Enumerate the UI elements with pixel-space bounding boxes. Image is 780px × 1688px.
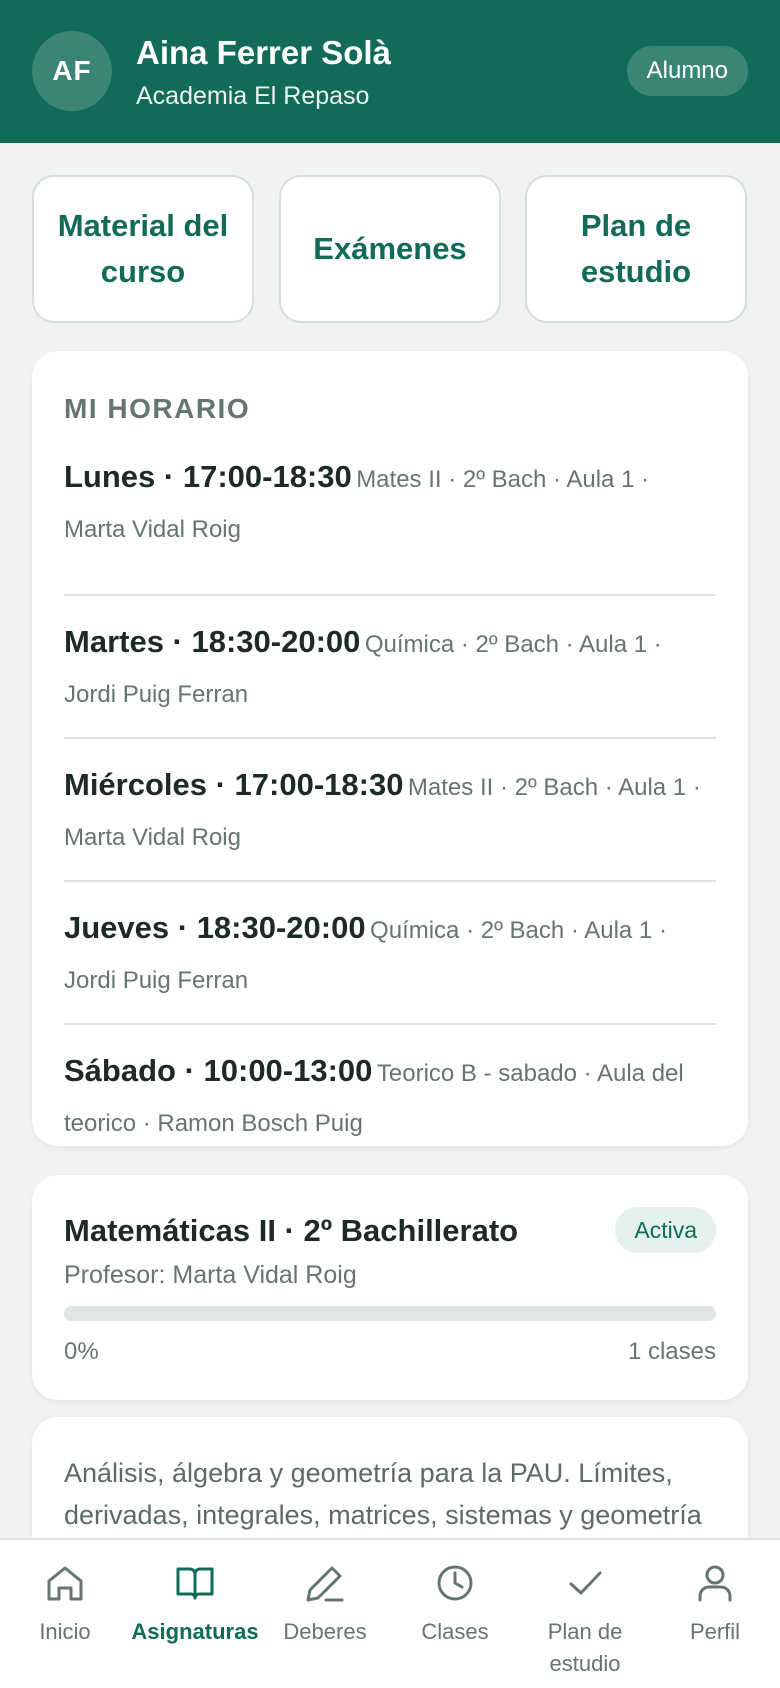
schedule-row[interactable]: Miércoles · 17:00-18:30 Mates II · 2º Ba… <box>64 739 716 882</box>
book-icon <box>176 1567 214 1600</box>
schedule-day-time: Martes · 18:30-20:00 <box>64 624 361 659</box>
exams-label: Exámenes <box>313 231 467 266</box>
bottom-nav: Inicio Asignaturas Deberes Clases Plan d… <box>0 1538 780 1688</box>
schedule-day-time: Miércoles · 17:00-18:30 <box>64 767 404 802</box>
nav-label: Deberes <box>283 1619 367 1644</box>
course-progress-percent: 0% <box>64 1338 99 1365</box>
nav-label: Asignaturas <box>131 1619 259 1644</box>
course-title: Matemáticas II · 2º Bachillerato <box>64 1213 519 1248</box>
nav-item-deberes[interactable]: Deberes <box>260 1560 390 1648</box>
course-material-button[interactable]: Material del curso <box>32 175 254 323</box>
course-card[interactable]: Matemáticas II · 2º Bachillerato Activa … <box>32 1175 748 1400</box>
nav-item-inicio[interactable]: Inicio <box>0 1560 130 1648</box>
nav-item-plan-de-estudio[interactable]: Plan de estudio <box>520 1560 650 1680</box>
course-class-count: 1 clases <box>627 1338 716 1365</box>
user-icon <box>698 1565 732 1602</box>
schedule-day-time: Lunes · 17:00-18:30 <box>64 459 352 494</box>
exams-button[interactable]: Exámenes <box>279 175 501 323</box>
schedule-day-time: Jueves · 18:30-20:00 <box>64 910 366 945</box>
clock-icon <box>437 1565 473 1601</box>
schedule-row[interactable]: Martes · 18:30-20:00 Química · 2º Bach ·… <box>64 596 716 739</box>
course-teacher: Profesor: Marta Vidal Roig <box>64 1261 357 1289</box>
schedule-list: Lunes · 17:00-18:30 Mates II · 2º Bach ·… <box>64 453 716 1168</box>
academy-name: Academia El Repaso <box>136 82 370 110</box>
status-badge: Activa <box>615 1207 716 1253</box>
pencil-icon <box>306 1566 344 1602</box>
course-material-label: Material del curso <box>57 208 229 289</box>
user-name: Aina Ferrer Solà <box>136 34 391 71</box>
nav-label: Clases <box>421 1619 489 1644</box>
course-progress-bar <box>64 1306 716 1321</box>
nav-item-asignaturas[interactable]: Asignaturas <box>130 1560 260 1648</box>
home-icon <box>47 1566 83 1601</box>
nav-item-clases[interactable]: Clases <box>390 1560 520 1648</box>
nav-label: Perfil <box>689 1619 741 1644</box>
check-icon <box>569 1571 602 1595</box>
nav-label: Plan de estudio <box>547 1619 623 1676</box>
study-plan-button[interactable]: Plan de estudio <box>525 175 747 323</box>
nav-item-perfil[interactable]: Perfil <box>650 1560 780 1648</box>
schedule-row[interactable]: Jueves · 18:30-20:00 Química · 2º Bach ·… <box>64 882 716 1025</box>
study-plan-label: Plan de estudio <box>580 208 692 289</box>
nav-label: Inicio <box>39 1619 91 1644</box>
course-description: Análisis, álgebra y geometría para la PA… <box>64 1458 702 1530</box>
schedule-card: MI HORARIO Lunes · 17:00-18:30 Mates II … <box>32 351 748 1146</box>
schedule-day-time: Sábado · 10:00-13:00 <box>64 1053 373 1088</box>
app-header: AF Aina Ferrer Solà Academia El Repaso A… <box>0 0 780 143</box>
avatar[interactable]: AF <box>32 31 112 111</box>
schedule-title: MI HORARIO <box>64 393 251 424</box>
schedule-row[interactable]: Sábado · 10:00-13:00 Teorico B - sabado … <box>64 1025 716 1168</box>
schedule-row[interactable]: Lunes · 17:00-18:30 Mates II · 2º Bach ·… <box>64 453 716 596</box>
role-badge: Alumno <box>626 46 748 96</box>
